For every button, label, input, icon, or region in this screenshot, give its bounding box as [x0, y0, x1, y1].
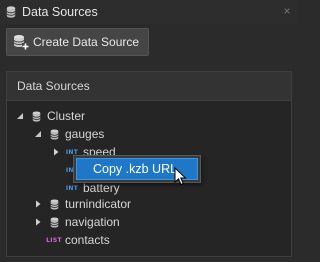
close-icon[interactable]: ×	[281, 5, 293, 17]
chevron-right-icon[interactable]	[51, 165, 61, 175]
database-add-icon	[13, 34, 29, 50]
chevron-right-icon	[33, 235, 43, 245]
panel-header-label: Data Sources	[17, 79, 90, 93]
tree-item-label: turnindicator	[65, 197, 132, 211]
create-data-source-label: Create Data Source	[33, 35, 140, 49]
chevron-down-icon[interactable]	[33, 129, 43, 139]
tree-item-contacts[interactable]: LIST contacts	[33, 231, 110, 249]
list-type-icon: LIST	[46, 233, 62, 247]
tree-item-gauges[interactable]: gauges	[33, 125, 104, 143]
chevron-right-icon	[51, 183, 61, 193]
tree-item-label: contacts	[65, 233, 110, 247]
toolbar: Create Data Source	[0, 24, 298, 66]
chevron-right-icon[interactable]	[33, 199, 43, 209]
chevron-right-icon[interactable]	[51, 147, 61, 157]
tree-item-label: Cluster	[47, 109, 86, 123]
window-title: Data Sources	[22, 5, 98, 19]
database-icon	[29, 109, 43, 123]
tree-item-navigation[interactable]: navigation	[33, 213, 120, 231]
database-icon	[47, 127, 61, 141]
int-badge: INT	[65, 184, 79, 192]
tree-item-label: battery	[83, 181, 120, 195]
database-icon	[4, 5, 18, 19]
chevron-right-icon[interactable]	[33, 217, 43, 227]
menu-item-label: Copy .kzb URL	[93, 162, 178, 176]
create-data-source-button[interactable]: Create Data Source	[6, 28, 149, 56]
database-icon	[47, 197, 61, 211]
database-icon	[47, 215, 61, 229]
window-titlebar: Data Sources ×	[0, 0, 298, 24]
panel-header: Data Sources	[7, 72, 291, 101]
int-type-icon: INT	[65, 181, 79, 195]
mouse-pointer-icon	[174, 167, 187, 186]
chevron-down-icon[interactable]	[15, 111, 25, 121]
tree-item-label: navigation	[65, 215, 120, 229]
tree-item-cluster[interactable]: Cluster	[15, 107, 85, 125]
tree-item-turnindicator[interactable]: turnindicator	[33, 195, 131, 213]
list-badge: LIST	[46, 236, 62, 244]
tree-item-label: gauges	[65, 127, 105, 141]
